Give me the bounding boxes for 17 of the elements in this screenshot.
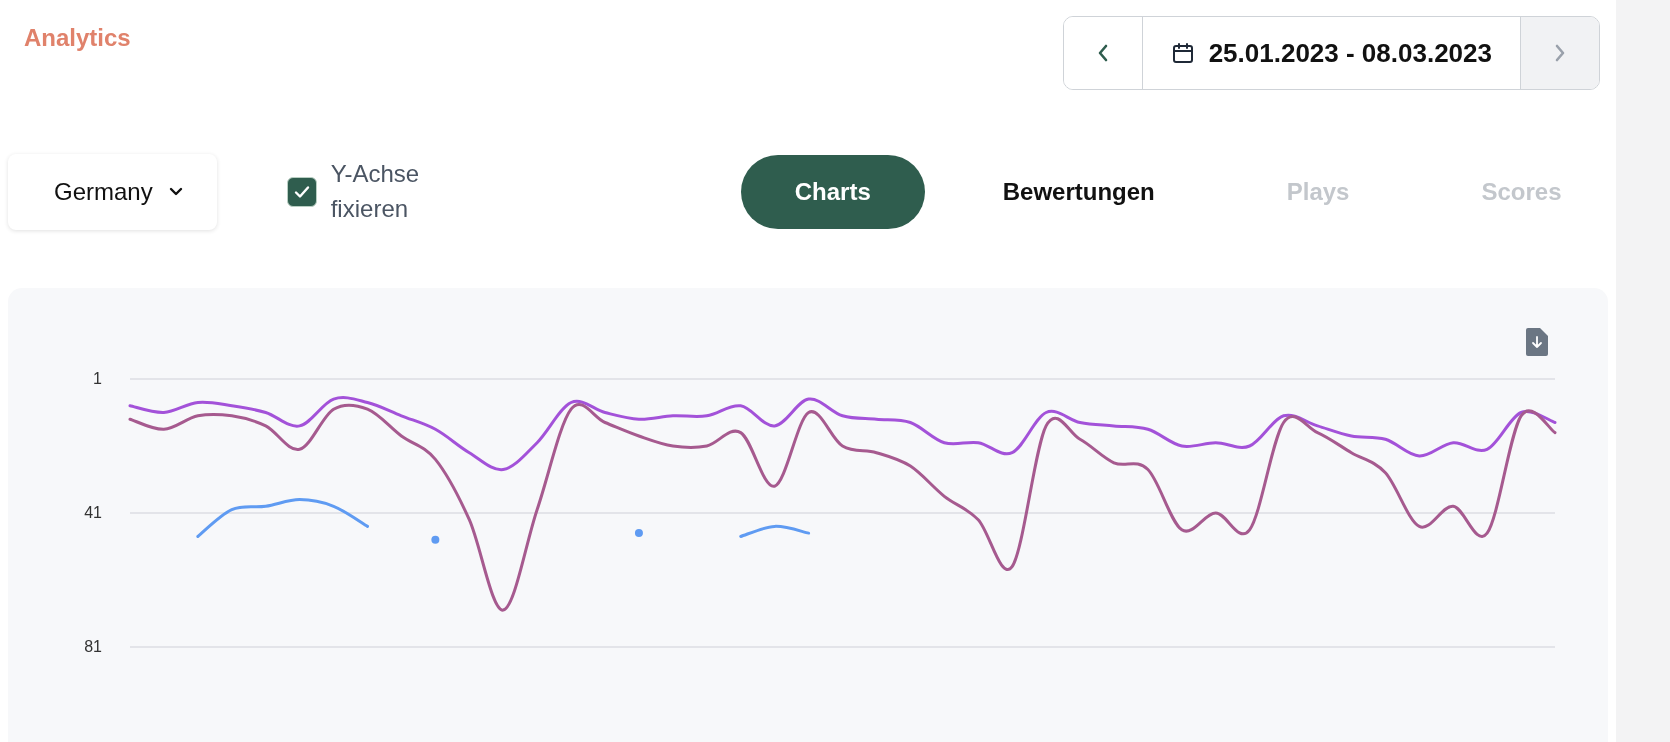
axis-tick-label: 1	[93, 370, 102, 387]
axis-tick-label: 81	[84, 638, 102, 655]
chevron-left-icon	[1096, 44, 1109, 62]
checkbox-label: Y-Achse fixieren	[330, 159, 421, 224]
chevron-down-icon	[168, 187, 183, 197]
file-download-icon[interactable]	[1526, 328, 1548, 356]
tab[interactable]: Bewertungen	[948, 155, 1209, 229]
country-dropdown[interactable]: Germany	[8, 154, 217, 230]
checkbox[interactable]	[286, 177, 317, 207]
page-title: Analytics	[24, 24, 131, 52]
chart-point	[431, 535, 440, 544]
chevron-right-icon	[1554, 44, 1566, 62]
calendar-icon	[1170, 41, 1195, 65]
chart-point	[634, 529, 643, 538]
axis-tick-label: 41	[84, 504, 102, 521]
date-range-button[interactable]: 25.01.2023 - 08.03.2023	[1141, 17, 1521, 89]
tab[interactable]: Charts	[740, 155, 925, 229]
